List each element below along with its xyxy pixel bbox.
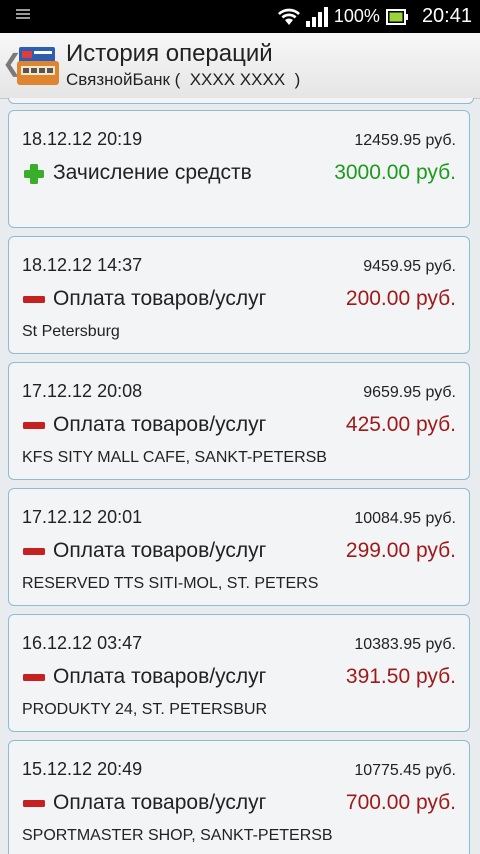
- wallet-app-icon[interactable]: [16, 43, 60, 87]
- operation-amount: 425.00 руб.: [345, 413, 456, 436]
- clock: 20:41: [421, 5, 472, 27]
- operation-place: PRODUKTY 24, ST. PETERSBUR: [22, 701, 268, 718]
- operation-place: SPORTMASTER SHOP, SANKT-PETERSB: [22, 827, 333, 844]
- operation-date: 17.12.12 20:01: [22, 507, 143, 527]
- operation-place: RESERVED TTS SITI-MOL, ST. PETERS: [22, 575, 319, 592]
- operation-date: 15.12.12 20:49: [22, 759, 143, 779]
- minus-icon: [23, 667, 45, 689]
- wifi-icon: [277, 8, 300, 26]
- operation-date: 16.12.12 03:47: [22, 633, 143, 653]
- page-title: История операций: [66, 40, 273, 67]
- operation-amount: 700.00 руб.: [345, 791, 456, 814]
- account-subtitle: СвязнойБанк ( XXXX XXXX ): [66, 70, 301, 89]
- operation-place: St Petersburg: [22, 323, 120, 340]
- operation-card[interactable]: 18.12.12 14:37 9459.95 руб. Оплата товар…: [8, 236, 470, 354]
- operation-amount: 299.00 руб.: [345, 539, 456, 562]
- battery-percent: 100%: [333, 6, 380, 26]
- operation-balance: 10084.95 руб.: [354, 510, 456, 527]
- operation-place: KFS SITY MALL CAFE, SANKT-PETERSB: [22, 449, 327, 466]
- operation-amount: 3000.00 руб.: [334, 161, 456, 184]
- operation-balance: 9659.95 руб.: [363, 384, 456, 401]
- operation-type: Оплата товаров/услуг: [53, 539, 267, 562]
- operation-type: Оплата товаров/услуг: [53, 791, 267, 814]
- operation-amount: 200.00 руб.: [345, 287, 456, 310]
- notification-icon: [16, 9, 30, 23]
- operation-card[interactable]: 18.12.12 20:19 12459.95 руб. Зачисление …: [8, 110, 470, 228]
- status-indicators: 100% 20:41: [277, 0, 472, 33]
- operation-card[interactable]: 17.12.12 20:08 9659.95 руб. Оплата товар…: [8, 362, 470, 480]
- status-bar: 100% 20:41: [0, 0, 480, 33]
- minus-icon: [23, 541, 45, 563]
- operation-card[interactable]: 16.12.12 03:47 10383.95 руб. Оплата това…: [8, 614, 470, 732]
- operation-type: Оплата товаров/услуг: [53, 413, 267, 436]
- operation-date: 18.12.12 14:37: [22, 255, 143, 275]
- operation-date: 17.12.12 20:08: [22, 381, 143, 401]
- operation-amount: 391.50 руб.: [345, 665, 456, 688]
- operations-list[interactable]: 18.12.12 20:19 12459.95 руб. Зачисление …: [0, 98, 480, 854]
- operation-balance: 10383.95 руб.: [354, 636, 456, 653]
- signal-icon: [305, 6, 328, 27]
- operation-balance: 10775.45 руб.: [354, 762, 456, 779]
- battery-icon: [385, 8, 408, 25]
- previous-card-edge: [8, 98, 474, 104]
- operation-card[interactable]: 15.12.12 20:49 10775.45 руб. Оплата това…: [8, 740, 470, 854]
- minus-icon: [23, 289, 45, 311]
- operation-balance: 9459.95 руб.: [363, 258, 456, 275]
- minus-icon: [23, 793, 45, 815]
- action-bar: ❮ История операций СвязнойБанк ( XXXX XX…: [0, 33, 480, 99]
- operation-type: Оплата товаров/услуг: [53, 665, 267, 688]
- operation-date: 18.12.12 20:19: [22, 129, 143, 149]
- plus-icon: [23, 163, 45, 185]
- operation-type: Зачисление средств: [53, 161, 252, 184]
- operation-card[interactable]: 17.12.12 20:01 10084.95 руб. Оплата това…: [8, 488, 470, 606]
- operation-type: Оплата товаров/услуг: [53, 287, 267, 310]
- operation-balance: 12459.95 руб.: [354, 132, 456, 149]
- minus-icon: [23, 415, 45, 437]
